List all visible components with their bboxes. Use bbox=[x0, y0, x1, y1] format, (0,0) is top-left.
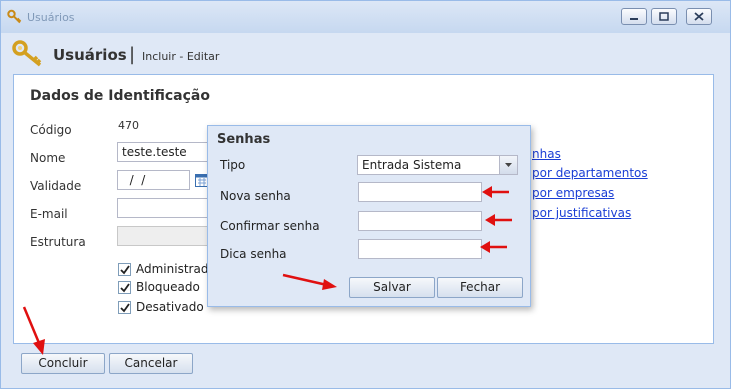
annotation-arrow-icon bbox=[480, 241, 507, 253]
checkmark-icon bbox=[120, 303, 130, 313]
link-empresas[interactable]: por empresas bbox=[532, 186, 614, 200]
keys-icon bbox=[12, 40, 42, 67]
tipo-dropdown-button[interactable] bbox=[499, 156, 517, 174]
fechar-button[interactable]: Fechar bbox=[437, 277, 523, 298]
title-separator: | bbox=[129, 44, 136, 65]
validade-field[interactable]: / / bbox=[117, 170, 190, 190]
maximize-button[interactable] bbox=[651, 8, 677, 25]
minimize-button[interactable] bbox=[621, 8, 647, 25]
validade-label: Validade bbox=[30, 179, 82, 193]
page-subtitle: Incluir - Editar bbox=[142, 50, 220, 63]
estrutura-label: Estrutura bbox=[30, 235, 86, 249]
link-justificativas[interactable]: por justificativas bbox=[532, 206, 631, 220]
link-departamentos[interactable]: por departamentos bbox=[532, 166, 648, 180]
bloqueado-checkbox[interactable] bbox=[118, 281, 131, 294]
page-title: Usuários bbox=[53, 46, 127, 64]
confirmar-senha-field[interactable] bbox=[358, 211, 482, 231]
confirmar-senha-label: Confirmar senha bbox=[220, 219, 320, 233]
email-label: E-mail bbox=[30, 207, 68, 221]
annotation-arrow-icon bbox=[482, 186, 509, 198]
nova-senha-field[interactable] bbox=[358, 182, 482, 202]
tipo-label: Tipo bbox=[220, 158, 246, 172]
dialog-title: Senhas bbox=[217, 132, 271, 147]
codigo-label: Código bbox=[30, 123, 72, 137]
tipo-select[interactable]: Entrada Sistema bbox=[357, 155, 518, 175]
close-icon bbox=[694, 12, 704, 21]
cancelar-button[interactable]: Cancelar bbox=[109, 353, 193, 374]
key-icon bbox=[7, 9, 22, 24]
annotation-arrow-icon bbox=[22, 306, 45, 355]
users-window: Usuários Usuários | Incluir - Editar Dad… bbox=[0, 0, 731, 389]
close-window-button[interactable] bbox=[686, 8, 712, 25]
administrador-checkbox[interactable] bbox=[118, 263, 131, 276]
title-bar[interactable]: Usuários bbox=[1, 1, 730, 33]
section-title: Dados de Identificação bbox=[30, 88, 210, 104]
window-title: Usuários bbox=[27, 11, 75, 24]
desativado-label: Desativado bbox=[136, 300, 204, 314]
dica-senha-field[interactable] bbox=[358, 239, 482, 259]
annotation-arrow-icon bbox=[485, 214, 512, 226]
annotation-arrow-icon bbox=[282, 273, 337, 290]
estrutura-field[interactable] bbox=[117, 226, 215, 246]
desativado-checkbox[interactable] bbox=[118, 301, 131, 314]
bloqueado-label: Bloqueado bbox=[136, 280, 200, 294]
checkmark-icon bbox=[120, 283, 130, 293]
senhas-dialog: Senhas Tipo Entrada Sistema Nova senha C… bbox=[207, 125, 531, 307]
codigo-value: 470 bbox=[118, 119, 139, 132]
chevron-down-icon bbox=[505, 163, 512, 167]
nome-label: Nome bbox=[30, 151, 66, 165]
maximize-icon bbox=[659, 12, 669, 21]
salvar-button[interactable]: Salvar bbox=[349, 277, 435, 298]
checkmark-icon bbox=[120, 265, 130, 275]
email-field[interactable] bbox=[117, 198, 215, 218]
dica-senha-label: Dica senha bbox=[220, 247, 287, 261]
minimize-icon bbox=[630, 18, 638, 20]
tipo-selected-value: Entrada Sistema bbox=[362, 158, 462, 172]
nova-senha-label: Nova senha bbox=[220, 189, 291, 203]
link-senhas[interactable]: nhas bbox=[532, 147, 561, 161]
nome-field[interactable]: teste.teste bbox=[117, 142, 215, 162]
